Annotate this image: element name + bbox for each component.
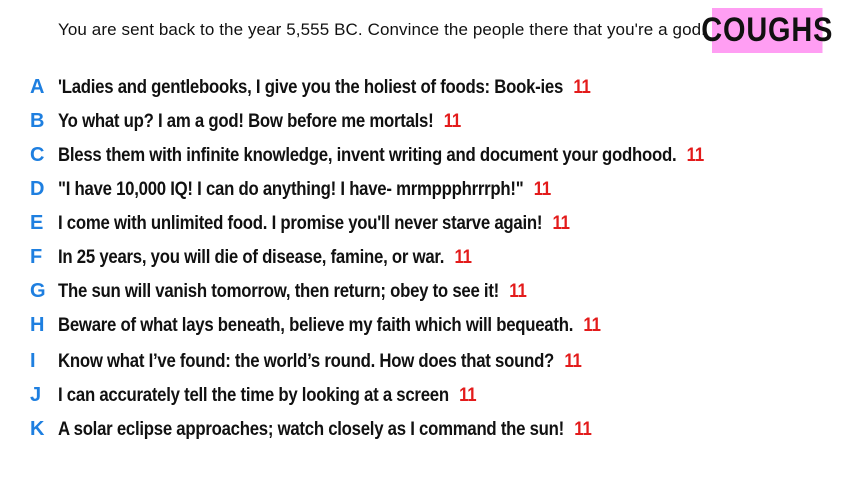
answer-score: 11 — [686, 143, 704, 166]
prompt-text: You are sent back to the year 5,555 BC. … — [58, 20, 706, 39]
answer-letter: D — [30, 177, 45, 200]
answer-text: I can accurately tell the time by lookin… — [58, 383, 449, 406]
category-badge: COUGHS — [701, 8, 832, 53]
answer-text: 'Ladies and gentlebooks, I give you the … — [58, 75, 564, 98]
answer-score: 11 — [574, 417, 592, 440]
answer-score: 11 — [533, 177, 551, 200]
answer-letter: A — [30, 75, 45, 98]
answer-score: 11 — [459, 383, 477, 406]
answer-letter: K — [30, 417, 45, 440]
answer-letter: G — [30, 279, 46, 302]
answer-text: Know what I’ve found: the world’s round.… — [58, 349, 555, 372]
answer-text: "I have 10,000 IQ! I can do anything! I … — [58, 177, 524, 200]
answer-letter: H — [30, 313, 45, 336]
answer-text: Beware of what lays beneath, believe my … — [58, 313, 574, 336]
answer-score: 11 — [443, 109, 461, 132]
answer-text: The sun will vanish tomorrow, then retur… — [58, 279, 499, 302]
answer-text: In 25 years, you will die of disease, fa… — [58, 245, 445, 268]
answer-score: 11 — [573, 75, 591, 98]
answer-score: 11 — [509, 279, 527, 302]
answer-text: Bless them with infinite knowledge, inve… — [58, 143, 677, 166]
answer-text: I come with unlimited food. I promise yo… — [58, 211, 543, 234]
answer-score: 11 — [564, 349, 582, 372]
answer-letter: I — [30, 349, 36, 372]
answer-score: 11 — [583, 313, 601, 336]
answer-letter: E — [30, 211, 44, 234]
answer-letter: F — [30, 245, 43, 268]
answer-letter: J — [30, 383, 42, 406]
answer-score: 11 — [454, 245, 472, 268]
answer-letter: C — [30, 143, 45, 166]
answer-text: A solar eclipse approaches; watch closel… — [58, 417, 564, 440]
answer-score: 11 — [552, 211, 570, 234]
answer-text: Yo what up? I am a god! Bow before me mo… — [58, 109, 434, 132]
answer-letter: B — [30, 109, 45, 132]
